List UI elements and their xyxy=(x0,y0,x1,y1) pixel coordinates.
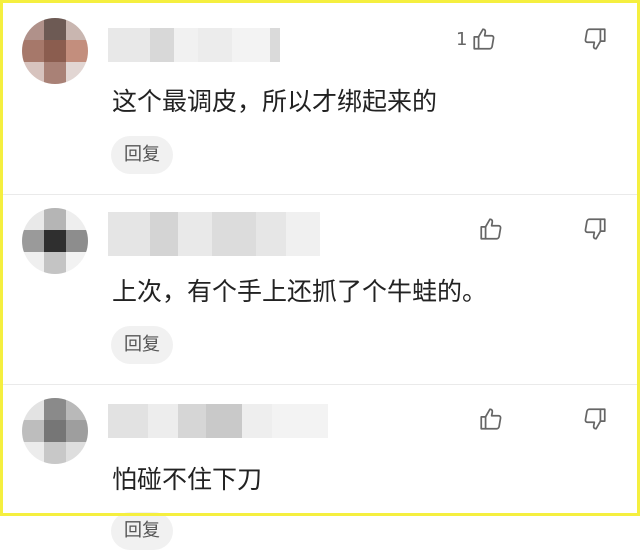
comment-text: 这个最调皮，所以才绑起来的 xyxy=(112,87,438,116)
like-button[interactable] xyxy=(474,406,504,432)
username-blurred[interactable] xyxy=(108,28,280,62)
reply-button[interactable]: 回复 xyxy=(111,512,173,550)
comment-text: 上次，有个手上还抓了个牛蛙的。 xyxy=(112,277,488,306)
thumbs-up-icon xyxy=(480,408,502,430)
like-button[interactable] xyxy=(474,216,504,242)
thumbs-down-icon xyxy=(584,28,606,50)
thumbs-down-icon xyxy=(584,408,606,430)
avatar[interactable] xyxy=(22,398,88,464)
highlight-frame xyxy=(0,0,640,516)
username-blurred[interactable] xyxy=(108,404,328,438)
dislike-button[interactable] xyxy=(582,216,608,242)
like-button[interactable]: 1 xyxy=(456,26,497,52)
avatar[interactable] xyxy=(22,18,88,84)
dislike-button[interactable] xyxy=(582,406,608,432)
divider xyxy=(0,384,640,385)
like-count: 1 xyxy=(456,28,468,50)
comment-text: 怕碰不住下刀 xyxy=(112,465,263,494)
thumbs-down-icon xyxy=(584,218,606,240)
dislike-button[interactable] xyxy=(582,26,608,52)
avatar[interactable] xyxy=(22,208,88,274)
divider xyxy=(0,194,640,195)
thumbs-up-icon xyxy=(480,218,502,240)
reply-button[interactable]: 回复 xyxy=(111,326,173,364)
username-blurred[interactable] xyxy=(108,212,320,256)
reply-button[interactable]: 回复 xyxy=(111,136,173,174)
thumbs-up-icon xyxy=(473,28,495,50)
